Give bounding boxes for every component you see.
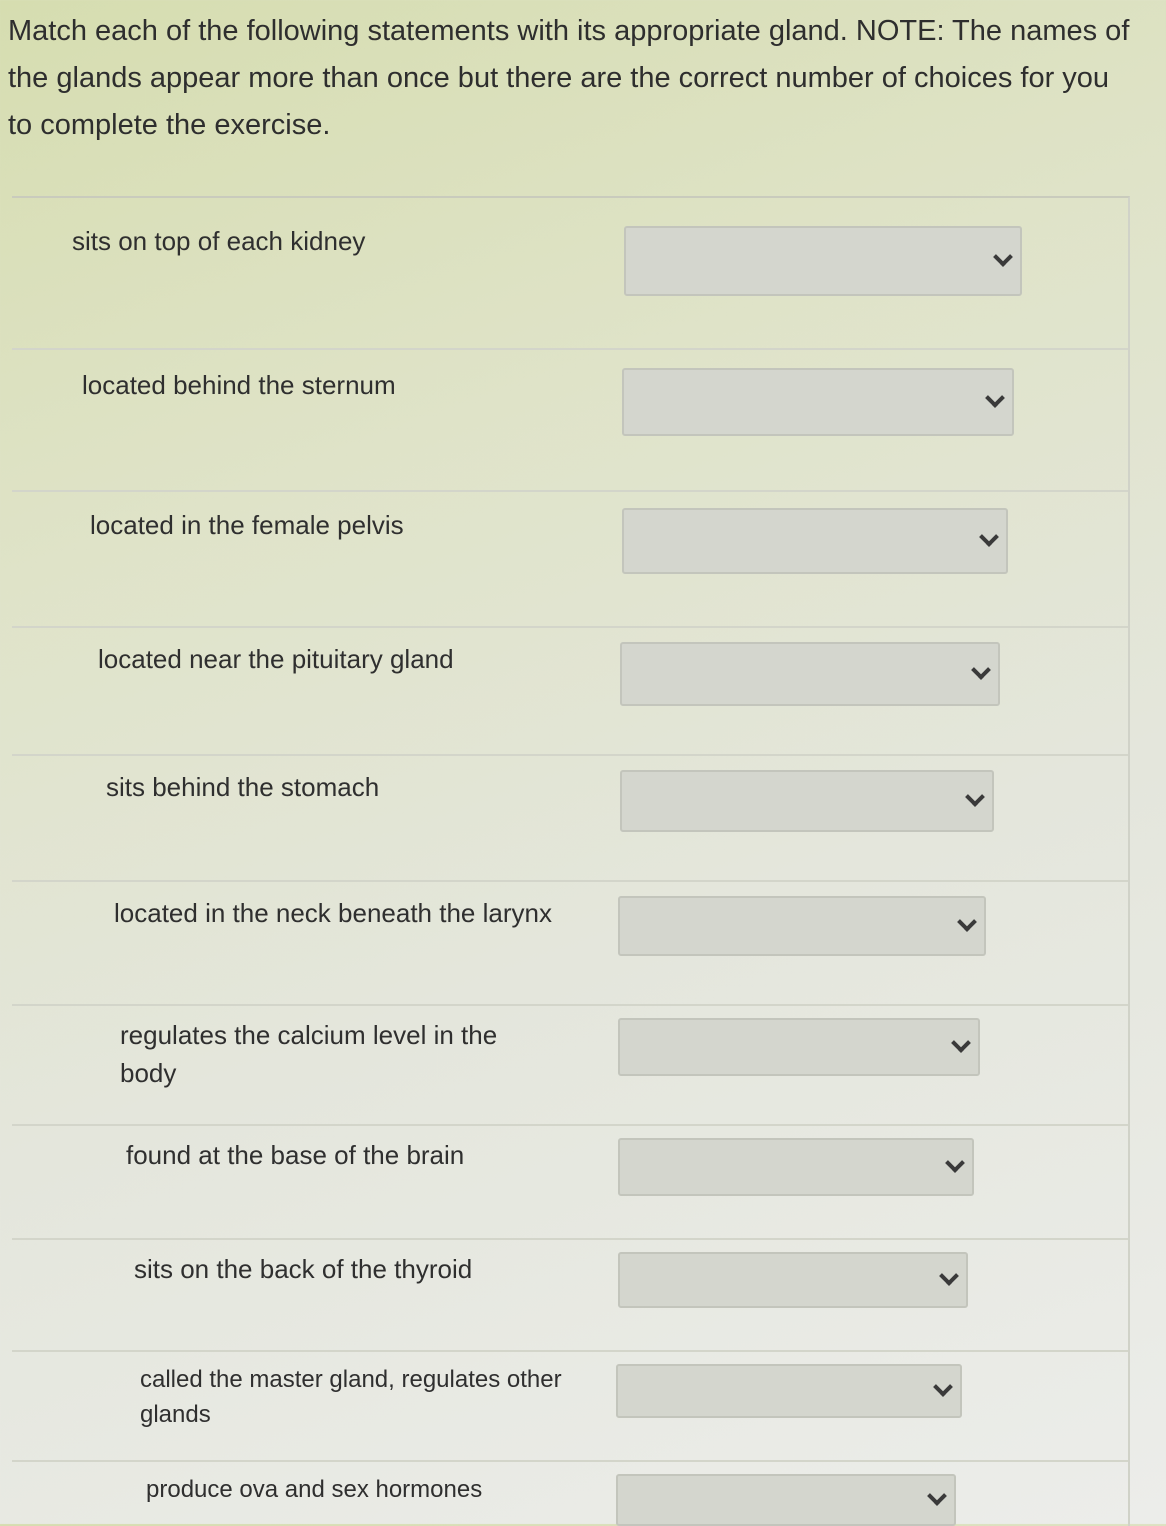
gland-select[interactable] xyxy=(624,226,1022,296)
matching-row: sits behind the stomach xyxy=(12,756,1128,882)
statement-label: sits behind the stomach xyxy=(106,772,380,802)
statement-label: regulates the calcium level in the body xyxy=(120,1020,498,1088)
matching-row: called the master gland, regulates other… xyxy=(12,1352,1128,1462)
gland-select[interactable] xyxy=(620,770,994,832)
gland-select[interactable] xyxy=(616,1364,962,1418)
statement-label: located behind the sternum xyxy=(82,370,396,400)
gland-select[interactable] xyxy=(616,1474,956,1526)
chevron-down-icon xyxy=(985,388,1005,408)
matching-question-panel: sits on top of each kidney located behin… xyxy=(12,196,1130,1526)
matching-row: located near the pituitary gland xyxy=(12,628,1128,756)
statement-label: located in the neck beneath the larynx xyxy=(114,898,552,928)
gland-select[interactable] xyxy=(618,1138,974,1196)
matching-row: located in the neck beneath the larynx xyxy=(12,882,1128,1006)
statement-label: sits on top of each kidney xyxy=(72,226,366,256)
chevron-down-icon xyxy=(979,527,999,547)
gland-select[interactable] xyxy=(622,508,1008,574)
statement-label: located in the female pelvis xyxy=(90,510,404,540)
gland-select[interactable] xyxy=(618,1252,968,1308)
statement-label: called the master gland, regulates other… xyxy=(140,1366,562,1428)
chevron-down-icon xyxy=(951,1033,971,1053)
gland-select[interactable] xyxy=(618,896,986,956)
chevron-down-icon xyxy=(965,787,985,807)
matching-row: found at the base of the brain xyxy=(12,1126,1128,1240)
gland-select[interactable] xyxy=(622,368,1014,436)
chevron-down-icon xyxy=(939,1266,959,1286)
chevron-down-icon xyxy=(927,1486,947,1506)
matching-row: produce ova and sex hormones xyxy=(12,1462,1128,1526)
matching-row: regulates the calcium level in the body xyxy=(12,1006,1128,1126)
gland-select[interactable] xyxy=(620,642,1000,706)
chevron-down-icon xyxy=(933,1377,953,1397)
matching-row: sits on the back of the thyroid xyxy=(12,1240,1128,1352)
chevron-down-icon xyxy=(945,1153,965,1173)
gland-select[interactable] xyxy=(618,1018,980,1076)
statement-label: located near the pituitary gland xyxy=(98,644,454,674)
chevron-down-icon xyxy=(993,247,1013,267)
statement-label: found at the base of the brain xyxy=(126,1140,465,1170)
instructions-text: Match each of the following statements w… xyxy=(8,15,1130,141)
statement-label: sits on the back of the thyroid xyxy=(134,1254,473,1284)
matching-row: located behind the sternum xyxy=(12,350,1128,492)
chevron-down-icon xyxy=(957,912,977,932)
chevron-down-icon xyxy=(971,660,991,680)
statement-label: produce ova and sex hormones xyxy=(146,1476,483,1503)
matching-row: located in the female pelvis xyxy=(12,492,1128,628)
matching-row: sits on top of each kidney xyxy=(12,198,1128,350)
